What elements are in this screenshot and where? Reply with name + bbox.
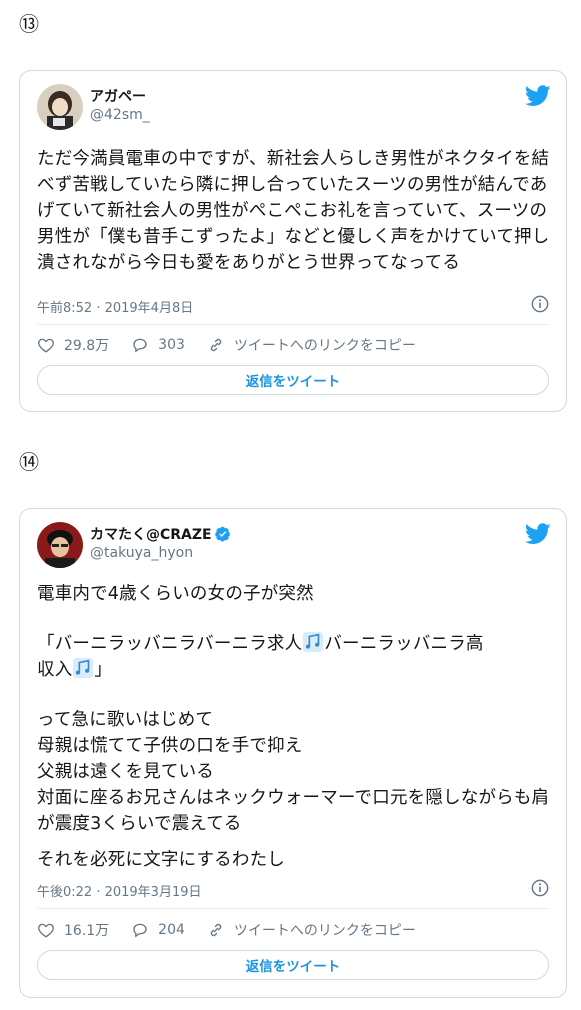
like-action[interactable]: 29.8万 <box>37 335 109 355</box>
reply-icon <box>133 923 147 938</box>
tweet-text-line: 電車内で4歳くらいの女の子が突然 <box>37 584 314 604</box>
reply-action[interactable]: 204 <box>131 921 185 939</box>
music-notes-icon <box>73 657 94 679</box>
tweet-timestamp[interactable]: 午前8:52 · 2019年4月8日 <box>37 297 193 316</box>
tweet-number-marker: ⑭ <box>19 450 39 474</box>
like-action[interactable]: 16.1万 <box>37 920 109 940</box>
display-name-text: カマたく@CRAZE <box>90 527 212 543</box>
heart-icon <box>38 923 54 938</box>
copy-link-label: ツイートへのリンクをコピー <box>233 923 416 939</box>
reply-icon <box>133 338 147 353</box>
tweet-timestamp[interactable]: 午後0:22 · 2019年3月19日 <box>37 881 202 900</box>
quote-part: 収入 <box>37 660 73 680</box>
copy-link-label: ツイートへのリンクをコピー <box>233 338 416 354</box>
quote-part: バーニラッバニラ高 <box>324 634 484 654</box>
quote-part: 「バーニラッバニラバーニラ求人 <box>37 634 303 654</box>
tweet-text-block: って急に歌いはじめて 母親は慌てて子供の口を手で抑え 父親は遠くを見ている 対面… <box>37 710 550 834</box>
tweet-actions: 16.1万 204 ツイートへのリンクをコピー <box>37 919 549 941</box>
reply-count: 204 <box>158 922 185 938</box>
reply-action[interactable]: 303 <box>131 336 185 354</box>
twitter-bird-icon[interactable] <box>525 85 551 107</box>
like-count: 29.8万 <box>64 338 110 354</box>
copy-link-action[interactable]: ツイートへのリンクをコピー <box>207 920 416 940</box>
info-icon[interactable] <box>531 879 549 897</box>
heart-icon <box>38 338 54 353</box>
reply-tweet-button[interactable]: 返信をツイート <box>37 950 549 980</box>
twitter-bird-icon[interactable] <box>525 523 551 545</box>
info-icon[interactable] <box>531 295 549 313</box>
divider <box>37 908 549 909</box>
link-icon <box>210 923 222 937</box>
tweet-card[interactable]: カマたく@CRAZE @takuya_hyon 電車内で4歳くらいの女の子が突然… <box>19 508 567 998</box>
avatar[interactable] <box>37 84 83 130</box>
tweet-text-line: それを必死に文字にするわたし <box>37 850 285 870</box>
display-name[interactable]: カマたく@CRAZE <box>90 524 231 544</box>
verified-badge-icon <box>214 526 230 542</box>
quote-part: 」 <box>94 660 113 680</box>
copy-link-action[interactable]: ツイートへのリンクをコピー <box>207 335 416 355</box>
music-notes-icon <box>303 631 324 653</box>
user-handle[interactable]: @takuya_hyon <box>90 545 193 561</box>
link-icon <box>210 338 222 352</box>
tweet-actions: 29.8万 303 ツイートへのリンクをコピー <box>37 334 549 356</box>
display-name[interactable]: アガペー <box>90 86 146 106</box>
reply-count: 303 <box>158 337 185 353</box>
tweet-text: ただ今満員電車の中ですが、新社会人らしき男性がネクタイを結べず苦戦していたら隣に… <box>37 149 550 273</box>
avatar[interactable] <box>37 522 83 568</box>
divider <box>37 324 549 325</box>
tweet-text-quote: 「バーニラッバニラバーニラ求人 バーニラッバニラ高収入 」 <box>37 631 552 683</box>
like-count: 16.1万 <box>64 923 110 939</box>
tweet-number-marker: ⑬ <box>19 12 39 36</box>
user-handle[interactable]: @42sm_ <box>90 107 150 123</box>
reply-tweet-button[interactable]: 返信をツイート <box>37 365 549 395</box>
tweet-card[interactable]: アガペー @42sm_ ただ今満員電車の中ですが、新社会人らしき男性がネクタイを… <box>19 70 567 412</box>
